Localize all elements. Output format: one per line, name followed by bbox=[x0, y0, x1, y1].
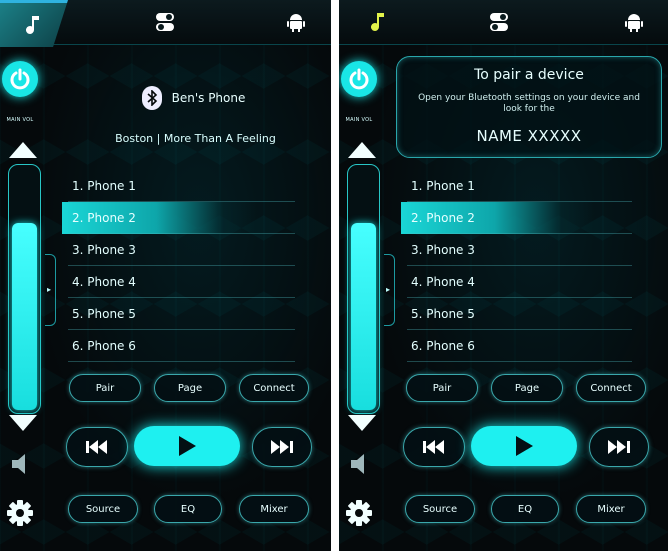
pair-button[interactable]: Pair bbox=[69, 374, 141, 402]
device-list-item[interactable]: 5. Phone 5 bbox=[401, 298, 668, 330]
device-list-item[interactable]: 3. Phone 3 bbox=[62, 234, 331, 266]
device-list-item[interactable]: 1. Phone 1 bbox=[62, 170, 331, 202]
settings-gear-icon[interactable] bbox=[6, 499, 34, 527]
connect-button[interactable]: Connect bbox=[239, 374, 309, 402]
previous-track-icon bbox=[86, 440, 107, 454]
connect-button[interactable]: Connect bbox=[576, 374, 646, 402]
play-button[interactable] bbox=[471, 426, 577, 466]
previous-track-button[interactable] bbox=[66, 427, 128, 467]
page-button[interactable]: Page bbox=[154, 374, 226, 402]
source-button[interactable]: Source bbox=[405, 495, 475, 523]
previous-track-button[interactable] bbox=[403, 427, 465, 467]
mute-icon[interactable] bbox=[10, 452, 34, 476]
device-list-item[interactable]: 4. Phone 4 bbox=[401, 266, 668, 298]
top-tab-bar bbox=[339, 0, 668, 45]
android-icon bbox=[625, 14, 643, 32]
device-list-item[interactable]: 3. Phone 3 bbox=[401, 234, 668, 266]
main-volume-label: MAIN VOL bbox=[345, 117, 373, 123]
device-list: 1. Phone 1 2. Phone 2 3. Phone 3 4. Phon… bbox=[62, 170, 331, 362]
mixer-button[interactable]: Mixer bbox=[576, 495, 646, 523]
mute-icon[interactable] bbox=[349, 452, 373, 476]
power-button[interactable] bbox=[2, 61, 38, 97]
device-list-item[interactable]: 6. Phone 6 bbox=[62, 330, 331, 362]
device-list: 1. Phone 1 2. Phone 2 3. Phone 3 4. Phon… bbox=[401, 170, 668, 362]
bluetooth-icon bbox=[141, 86, 162, 110]
volume-down-icon[interactable] bbox=[8, 414, 38, 432]
volume-slider[interactable] bbox=[347, 164, 380, 414]
pairing-device-name: NAME XXXXX bbox=[476, 127, 582, 145]
bluetooth-screen-pairing: MAIN VOL ▸ To pair a device Open your Bl… bbox=[339, 0, 668, 551]
device-list-item-selected[interactable]: 2. Phone 2 bbox=[62, 202, 331, 234]
next-track-button[interactable] bbox=[589, 427, 649, 467]
power-button[interactable] bbox=[341, 61, 377, 97]
previous-track-icon bbox=[423, 440, 444, 454]
music-note-icon bbox=[26, 16, 39, 34]
toggle-switches-icon bbox=[490, 13, 508, 31]
volume-down-icon[interactable] bbox=[347, 414, 377, 432]
power-icon bbox=[349, 68, 369, 90]
source-button[interactable]: Source bbox=[68, 495, 138, 523]
volume-up-icon[interactable] bbox=[8, 141, 38, 159]
tab-music[interactable] bbox=[0, 0, 68, 47]
play-button[interactable] bbox=[134, 426, 240, 466]
volume-up-icon[interactable] bbox=[347, 141, 377, 159]
pairing-instructions-panel: To pair a device Open your Bluetooth set… bbox=[396, 56, 662, 158]
next-track-icon bbox=[271, 440, 293, 454]
top-tab-bar bbox=[0, 0, 331, 47]
pair-button[interactable]: Pair bbox=[406, 374, 478, 402]
tab-controls[interactable] bbox=[479, 0, 519, 44]
eq-button[interactable]: EQ bbox=[491, 495, 559, 523]
main-volume-label: MAIN VOL bbox=[6, 117, 34, 123]
volume-slider[interactable] bbox=[8, 164, 41, 414]
next-track-button[interactable] bbox=[252, 427, 312, 467]
music-note-icon bbox=[371, 13, 384, 31]
pairing-title: To pair a device bbox=[474, 67, 584, 83]
next-track-icon bbox=[608, 440, 630, 454]
volume-level-fill bbox=[12, 222, 37, 410]
now-playing-title: Boston | More Than A Feeling bbox=[115, 132, 276, 145]
device-list-item-selected[interactable]: 2. Phone 2 bbox=[401, 202, 668, 234]
connected-device-header: Ben's Phone bbox=[56, 83, 331, 113]
page-button[interactable]: Page bbox=[491, 374, 563, 402]
panel-expand-handle[interactable]: ▸ bbox=[45, 254, 56, 326]
eq-button[interactable]: EQ bbox=[154, 495, 222, 523]
volume-level-fill bbox=[351, 222, 376, 410]
tab-android[interactable] bbox=[614, 0, 654, 44]
toggle-switches-icon bbox=[156, 13, 174, 31]
device-list-item[interactable]: 5. Phone 5 bbox=[62, 298, 331, 330]
mixer-button[interactable]: Mixer bbox=[239, 495, 309, 523]
power-icon bbox=[10, 68, 30, 90]
device-list-item[interactable]: 6. Phone 6 bbox=[401, 330, 668, 362]
tab-music[interactable] bbox=[359, 0, 399, 44]
android-icon bbox=[287, 14, 305, 32]
device-list-item[interactable]: 4. Phone 4 bbox=[62, 266, 331, 298]
connected-device-name: Ben's Phone bbox=[171, 91, 246, 105]
caret-right-icon: ▸ bbox=[47, 285, 52, 294]
caret-right-icon: ▸ bbox=[386, 285, 391, 294]
tab-android[interactable] bbox=[276, 0, 316, 44]
volume-sidebar: MAIN VOL ▸ bbox=[0, 44, 56, 551]
panel-expand-handle[interactable]: ▸ bbox=[384, 254, 395, 326]
pairing-instructions: Open your Bluetooth settings on your dev… bbox=[418, 93, 640, 114]
tab-controls[interactable] bbox=[145, 0, 185, 44]
play-icon bbox=[516, 436, 533, 456]
settings-gear-icon[interactable] bbox=[345, 499, 373, 527]
bluetooth-screen-now-playing: MAIN VOL ▸ Ben's Phone Boston | More Tha… bbox=[0, 0, 331, 551]
device-list-item[interactable]: 1. Phone 1 bbox=[401, 170, 668, 202]
volume-sidebar: MAIN VOL ▸ bbox=[339, 44, 395, 551]
play-icon bbox=[179, 436, 196, 456]
